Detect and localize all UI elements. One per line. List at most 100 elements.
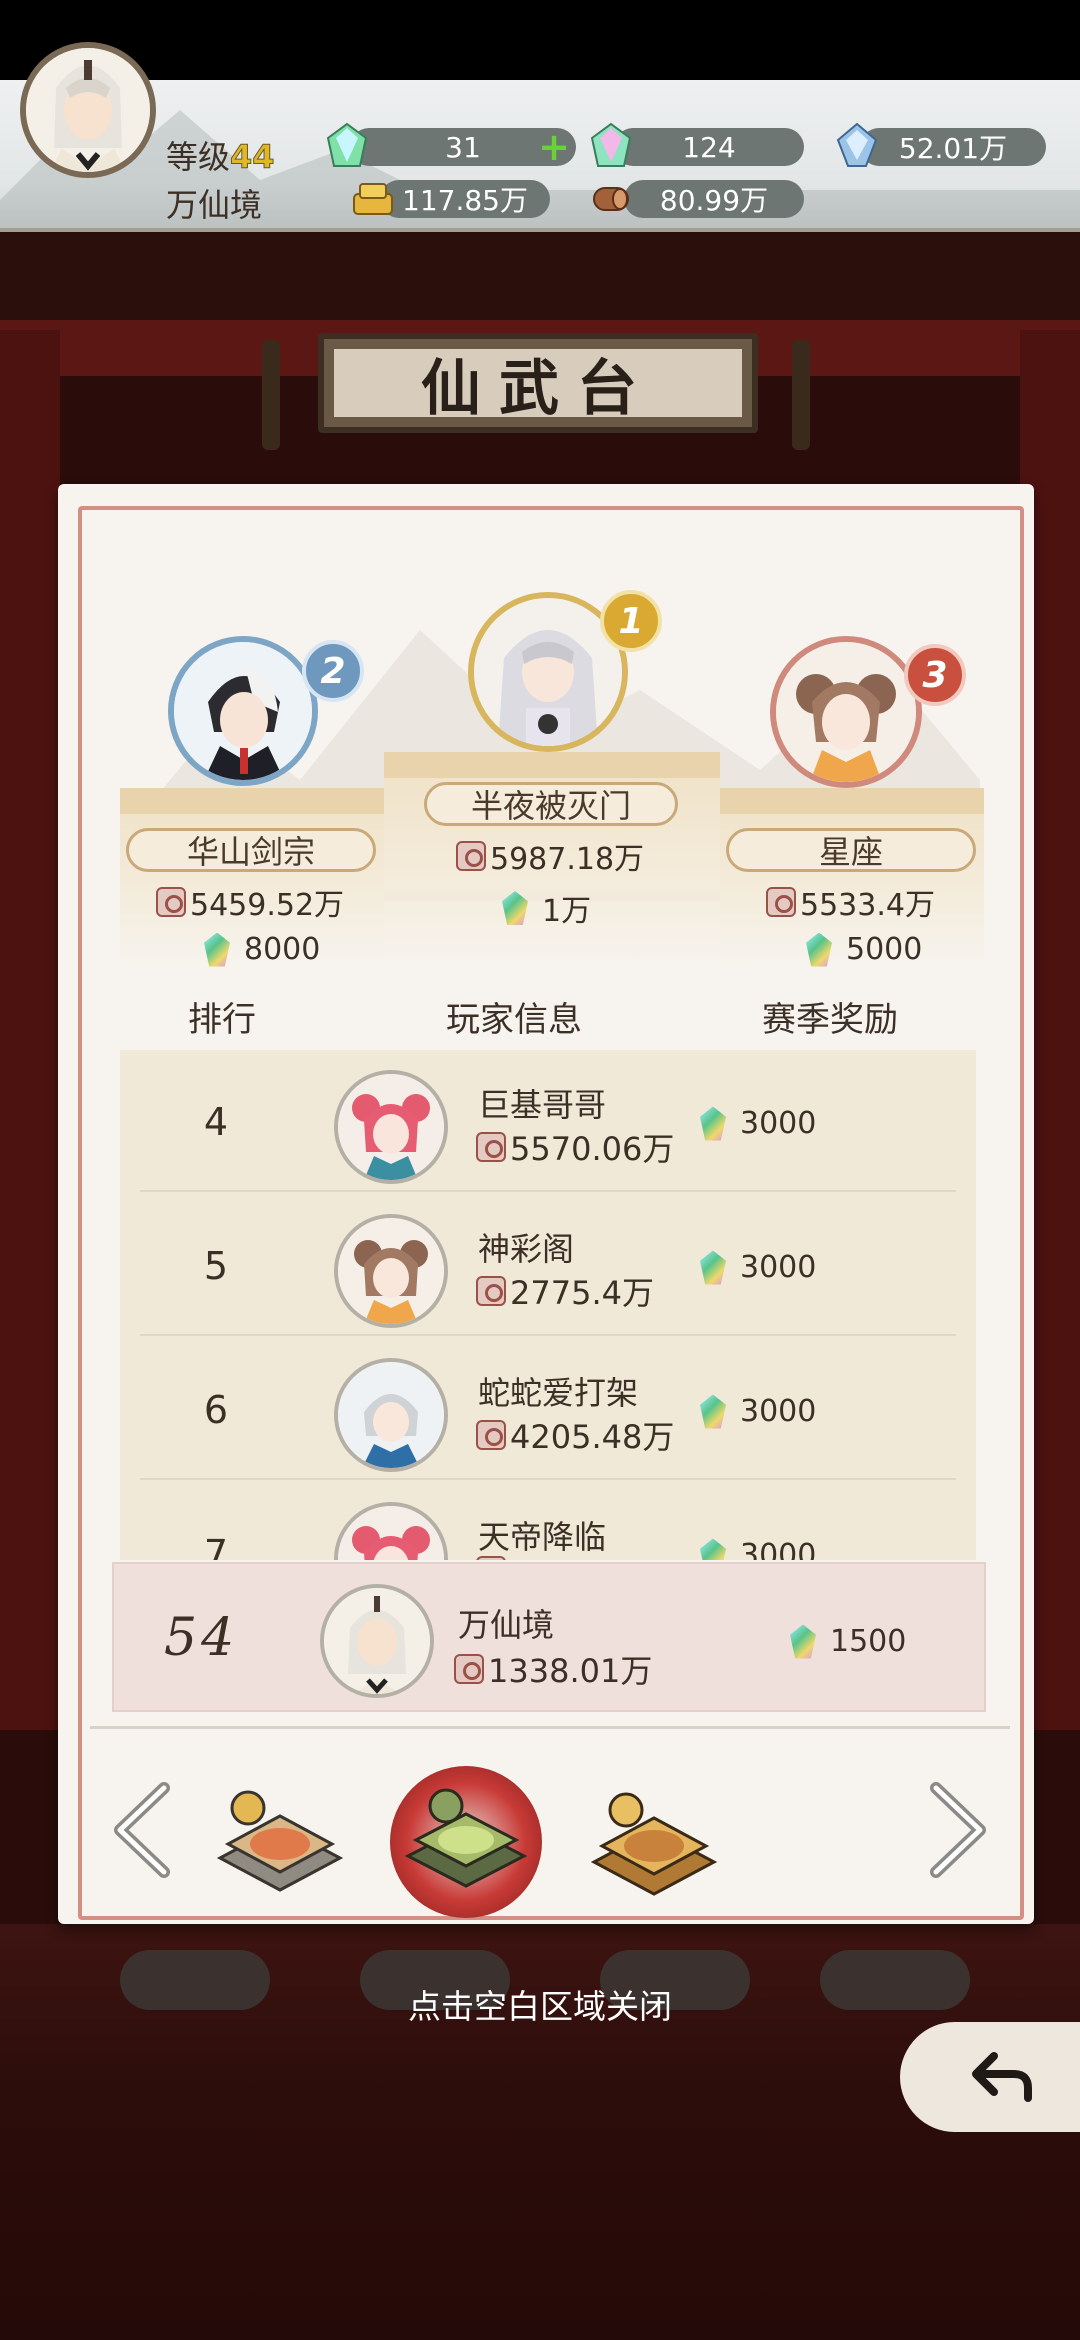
row-avatar[interactable] bbox=[334, 1358, 448, 1472]
row-player-name: 神彩阁 bbox=[478, 1230, 575, 1268]
level-number: 44 bbox=[230, 138, 276, 177]
row-power-value: 4205.48万 bbox=[510, 1418, 675, 1456]
rank-2-power-value: 5459.52万 bbox=[190, 888, 345, 923]
rank-1-reward-value: 1万 bbox=[542, 894, 592, 929]
crystal-icon bbox=[836, 122, 878, 167]
stage-banner: 仙武台 bbox=[318, 333, 758, 433]
row-power: 4205.48万 bbox=[476, 1412, 674, 1458]
panel-divider bbox=[90, 1726, 1010, 1729]
back-arrow-icon bbox=[972, 2052, 1032, 2102]
gold-value: 117.85万 bbox=[402, 184, 528, 217]
player-avatar[interactable] bbox=[20, 42, 156, 178]
gem-pink-value: 124 bbox=[682, 130, 736, 164]
power-icon bbox=[456, 841, 486, 871]
arrow-left-icon[interactable] bbox=[110, 1782, 174, 1878]
add-gem-button[interactable]: + bbox=[538, 128, 570, 166]
gem-green-counter: 31 + bbox=[350, 128, 576, 166]
row-reward: 3000 bbox=[700, 1538, 816, 1560]
row-power: 2775.4万 bbox=[476, 1268, 654, 1314]
row-power-value: 2775.4万 bbox=[510, 1274, 654, 1312]
rank-1-medal-icon: 1 bbox=[600, 590, 662, 652]
ranking-list[interactable]: 4 巨基哥哥 5570.06万 3000 5 神彩阁 2775.4万 3000 … bbox=[120, 1050, 976, 1560]
gem-icon bbox=[700, 1250, 726, 1285]
my-avatar[interactable] bbox=[320, 1584, 434, 1698]
crystal-counter: 52.01万 bbox=[860, 128, 1046, 166]
row-reward-value: 3000 bbox=[740, 1394, 817, 1429]
ranking-row[interactable]: 5 神彩阁 2775.4万 3000 bbox=[140, 1194, 956, 1336]
rank-2-medal-icon: 2 bbox=[302, 640, 364, 702]
rank-3-power: 5533.4万 bbox=[766, 880, 935, 924]
level-display: 等级44 bbox=[166, 132, 275, 178]
my-player-name: 万仙境 bbox=[458, 1606, 555, 1644]
arena-tier-2-selected[interactable] bbox=[390, 1766, 542, 1918]
my-power-value: 1338.01万 bbox=[488, 1652, 653, 1690]
level-label: 等级 bbox=[166, 138, 231, 176]
ranking-row[interactable]: 7 天帝降临 3000 bbox=[140, 1482, 956, 1560]
row-power: 5570.06万 bbox=[476, 1124, 674, 1170]
wood-counter: 80.99万 bbox=[624, 180, 804, 218]
row-power-value: 5570.06万 bbox=[510, 1130, 675, 1168]
portrait-icon bbox=[338, 1074, 444, 1180]
ranking-row[interactable]: 4 巨基哥哥 5570.06万 3000 bbox=[140, 1050, 956, 1192]
portrait-icon bbox=[338, 1506, 444, 1560]
row-avatar[interactable] bbox=[334, 1502, 448, 1560]
power-icon bbox=[476, 1556, 506, 1560]
rank-2-name: 华山剑宗 bbox=[126, 828, 376, 872]
row-reward-value: 3000 bbox=[740, 1106, 817, 1141]
arena-tier-1-icon[interactable] bbox=[212, 1778, 348, 1914]
power-icon bbox=[476, 1420, 506, 1450]
row-avatar[interactable] bbox=[334, 1214, 448, 1328]
gem-pink-counter: 124 bbox=[614, 128, 804, 166]
header-rank: 排行 bbox=[188, 1000, 256, 1040]
my-ranking-row[interactable]: 54 万仙境 1338.01万 1500 bbox=[112, 1562, 986, 1712]
rank-1-name: 半夜被灭门 bbox=[424, 782, 678, 826]
tassel-right bbox=[792, 340, 810, 450]
my-reward: 1500 bbox=[790, 1624, 906, 1659]
rank-2-avatar[interactable] bbox=[168, 636, 318, 786]
portrait-icon bbox=[776, 642, 916, 782]
row-reward: 3000 bbox=[700, 1106, 816, 1141]
close-hint[interactable]: 点击空白区域关闭 bbox=[0, 1980, 1080, 2028]
rank-3-reward: 5000 bbox=[806, 932, 922, 967]
header-player-info: 玩家信息 bbox=[446, 1000, 582, 1040]
gem-pink-icon bbox=[590, 122, 632, 167]
rank-3-name: 星座 bbox=[726, 828, 976, 872]
rank-3-power-value: 5533.4万 bbox=[800, 888, 935, 923]
arena-tier-2-icon bbox=[404, 1788, 528, 1888]
row-player-name: 巨基哥哥 bbox=[478, 1086, 607, 1124]
crystal-value: 52.01万 bbox=[898, 132, 1008, 165]
rank-2-power: 5459.52万 bbox=[156, 880, 344, 924]
row-avatar[interactable] bbox=[334, 1070, 448, 1184]
row-rank: 6 bbox=[203, 1388, 229, 1432]
my-reward-value: 1500 bbox=[830, 1624, 907, 1659]
rank-3-reward-value: 5000 bbox=[846, 932, 923, 967]
ranking-row[interactable]: 6 蛇蛇爱打架 4205.48万 3000 bbox=[140, 1338, 956, 1480]
back-button[interactable] bbox=[900, 2022, 1080, 2132]
power-icon bbox=[454, 1654, 484, 1684]
portrait-icon bbox=[174, 642, 312, 780]
my-rank: 54 bbox=[164, 1608, 239, 1668]
wood-log-icon bbox=[593, 187, 629, 211]
power-icon bbox=[766, 887, 796, 917]
gold-counter: 117.85万 bbox=[380, 180, 550, 218]
row-rank: 7 bbox=[203, 1532, 229, 1560]
gem-icon bbox=[204, 932, 230, 967]
portrait-icon bbox=[338, 1362, 444, 1468]
rank-2-reward: 8000 bbox=[204, 932, 320, 967]
header-season-reward: 赛季奖励 bbox=[762, 1000, 898, 1040]
portrait-icon bbox=[324, 1588, 430, 1694]
my-power: 1338.01万 bbox=[454, 1646, 652, 1692]
rank-2-reward-value: 8000 bbox=[244, 932, 321, 967]
power-icon bbox=[476, 1132, 506, 1162]
player-portrait-icon bbox=[26, 48, 150, 172]
arena-tier-3-icon[interactable] bbox=[586, 1780, 722, 1916]
rank-3-avatar[interactable] bbox=[770, 636, 922, 788]
status-bar bbox=[0, 0, 1080, 80]
gold-ingot-icon bbox=[353, 183, 393, 215]
gem-icon bbox=[700, 1394, 726, 1429]
rank-1-reward: 1万 bbox=[502, 886, 591, 930]
arrow-right-icon[interactable] bbox=[926, 1782, 990, 1878]
power-icon bbox=[476, 1276, 506, 1306]
gem-icon bbox=[502, 891, 528, 925]
wood-value: 80.99万 bbox=[659, 184, 769, 217]
